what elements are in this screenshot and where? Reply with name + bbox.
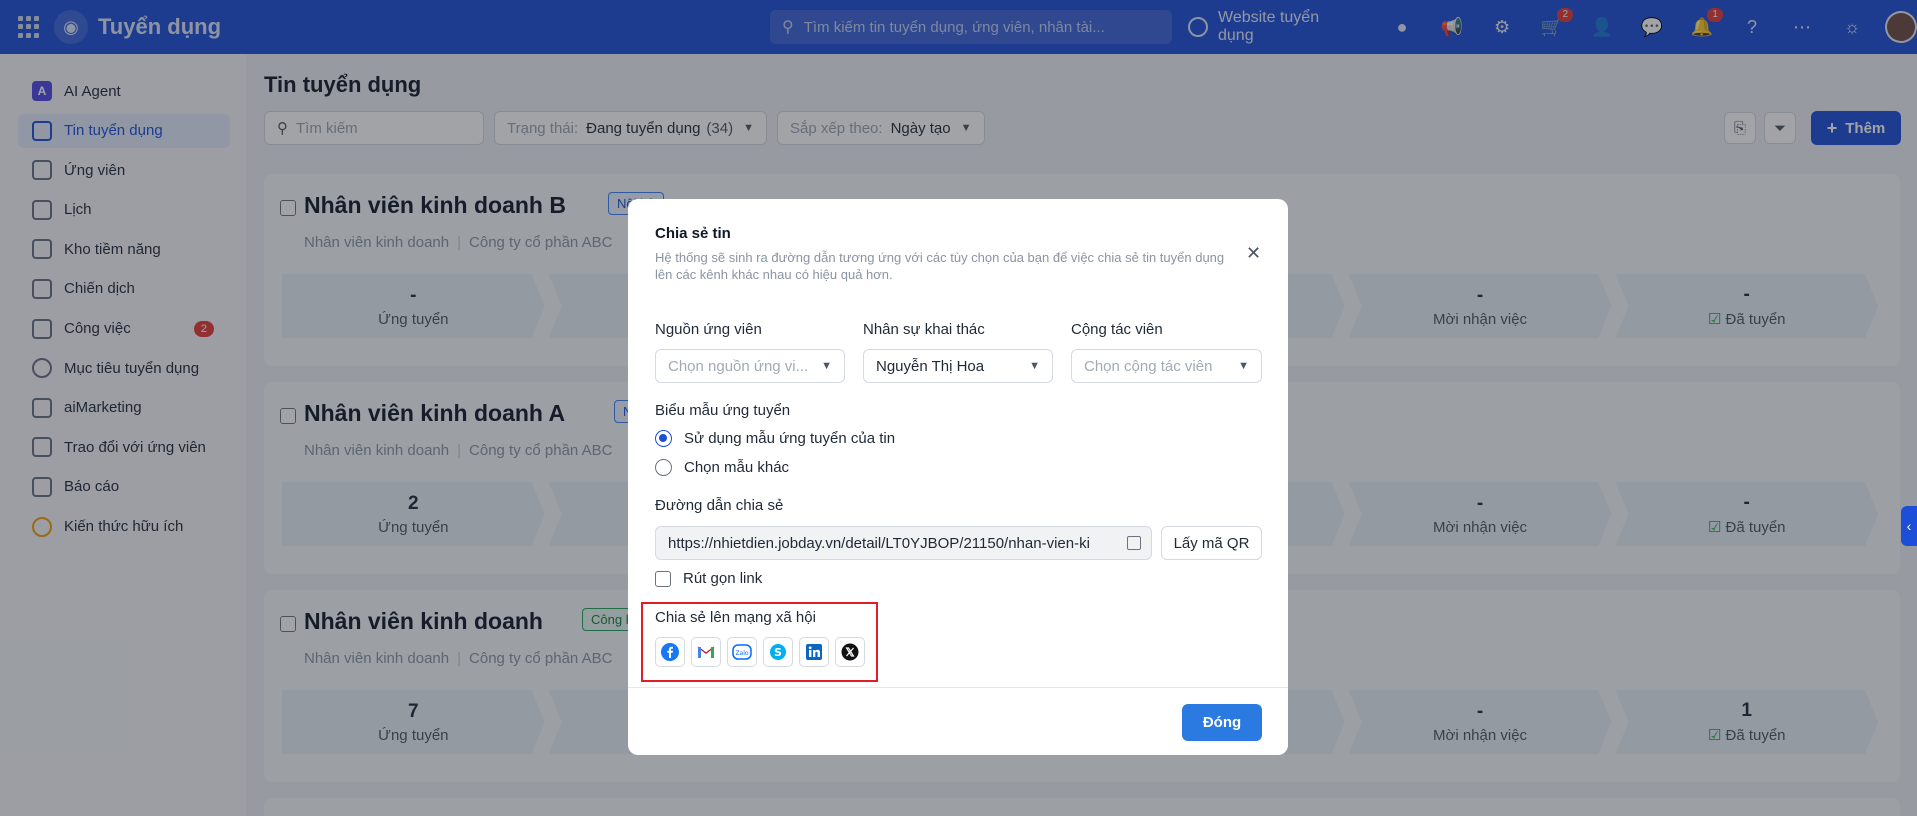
chevron-down-icon: ▼ xyxy=(1029,360,1040,372)
svg-text:Zalo: Zalo xyxy=(735,650,748,657)
source-label: Nguồn ứng viên xyxy=(655,321,762,338)
radio-label: Chọn mẫu khác xyxy=(684,459,790,476)
dialog-title: Chia sẻ tin xyxy=(655,225,731,242)
skype-icon[interactable]: S xyxy=(763,637,793,667)
staff-select[interactable]: Nguyễn Thị Hoa ▼ xyxy=(863,349,1053,383)
chevron-down-icon: ▼ xyxy=(821,360,832,372)
chevron-down-icon: ▼ xyxy=(1238,360,1249,372)
share-dialog: Chia sẻ tin Hệ thống sẽ sinh ra đường dẫ… xyxy=(628,199,1288,755)
radio-other-form[interactable]: Chọn mẫu khác xyxy=(655,459,789,476)
checkbox[interactable] xyxy=(655,570,671,587)
get-qr-button[interactable]: Lấy mã QR xyxy=(1161,526,1262,560)
shorten-link-checkbox[interactable]: Rút gọn link xyxy=(655,570,762,587)
gmail-icon[interactable] xyxy=(691,637,721,667)
collapse-panel-tab[interactable]: ‹ xyxy=(1901,506,1917,546)
collaborator-label: Cộng tác viên xyxy=(1071,321,1163,338)
form-label: Biểu mẫu ứng tuyển xyxy=(655,402,791,419)
shorten-link-label: Rút gọn link xyxy=(683,570,763,587)
collaborator-placeholder: Chọn cộng tác viên xyxy=(1084,357,1213,375)
x-icon[interactable] xyxy=(835,637,865,667)
svg-text:S: S xyxy=(774,646,782,659)
copy-icon[interactable] xyxy=(1127,536,1141,550)
staff-label: Nhân sự khai thác xyxy=(863,321,985,338)
facebook-icon[interactable] xyxy=(655,637,685,667)
dialog-description: Hệ thống sẽ sinh ra đường dẫn tương ứng … xyxy=(655,250,1225,282)
source-placeholder: Chọn nguồn ứng vi... xyxy=(668,357,809,375)
radio-unchecked[interactable] xyxy=(655,459,672,476)
social-share-label: Chia sẻ lên mạng xã hội xyxy=(655,609,816,626)
share-link-value: https://nhietdien.jobday.vn/detail/LT0YJ… xyxy=(668,534,1090,552)
staff-value: Nguyễn Thị Hoa xyxy=(876,357,985,375)
radio-checked[interactable] xyxy=(655,430,672,447)
collaborator-select[interactable]: Chọn cộng tác viên ▼ xyxy=(1071,349,1262,383)
zalo-icon[interactable]: Zalo xyxy=(727,637,757,667)
share-link-label: Đường dẫn chia sẻ xyxy=(655,497,784,514)
linkedin-icon[interactable] xyxy=(799,637,829,667)
close-button[interactable]: Đóng xyxy=(1182,704,1262,741)
chevron-left-icon: ‹ xyxy=(1906,518,1912,534)
close-icon[interactable]: ✕ xyxy=(1246,243,1261,264)
radio-use-job-form[interactable]: Sử dụng mẫu ứng tuyển của tin xyxy=(655,430,895,447)
dialog-divider xyxy=(628,687,1288,688)
share-link-field[interactable]: https://nhietdien.jobday.vn/detail/LT0YJ… xyxy=(655,526,1152,560)
social-share-buttons: Zalo S xyxy=(655,637,871,667)
radio-label: Sử dụng mẫu ứng tuyển của tin xyxy=(684,430,896,447)
source-select[interactable]: Chọn nguồn ứng vi... ▼ xyxy=(655,349,845,383)
